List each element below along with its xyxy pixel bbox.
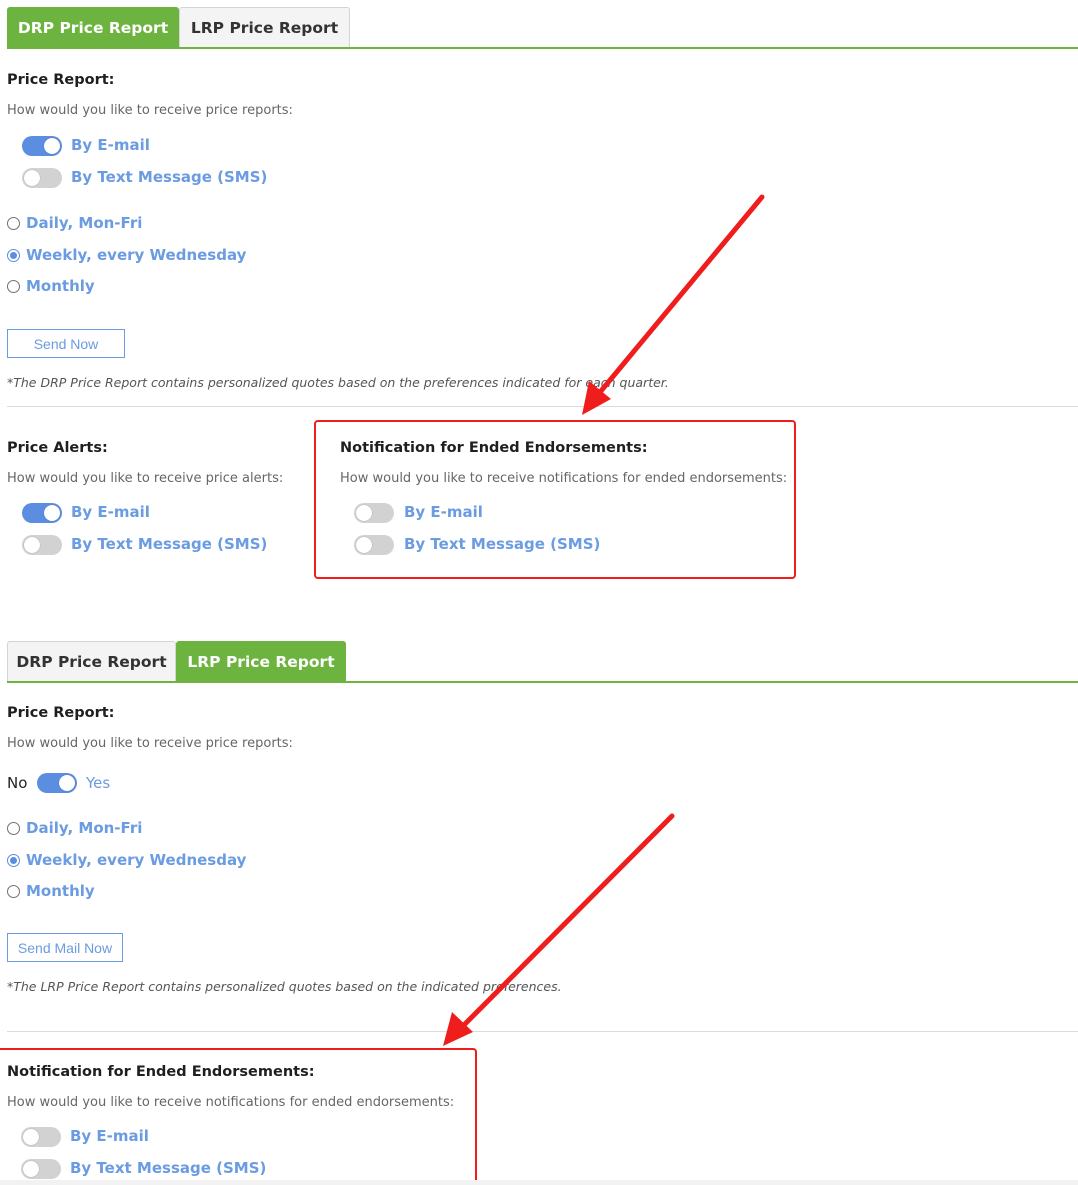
annotation-arrow-icon (582, 194, 765, 415)
annotation-arrow-icon (443, 813, 675, 1046)
annotation-arrows (443, 194, 765, 1046)
